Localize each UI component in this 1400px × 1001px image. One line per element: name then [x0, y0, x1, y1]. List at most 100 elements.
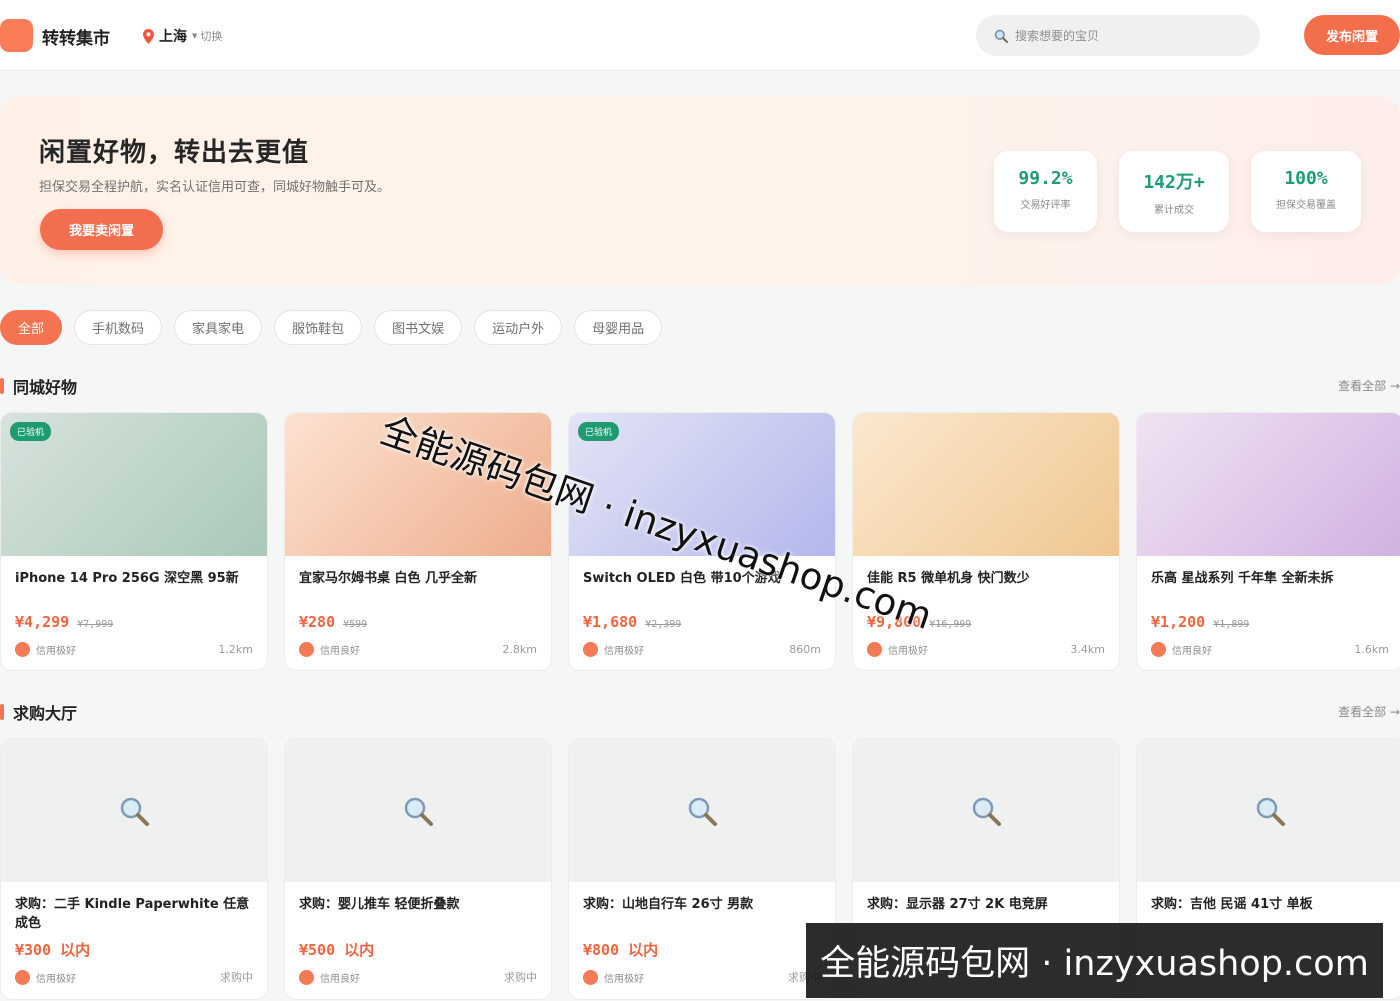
switch-city-link[interactable]: ▼ 切换 [192, 28, 222, 44]
publish-button[interactable]: 发布闲置 [1304, 15, 1400, 55]
buyer-avatar [299, 969, 314, 985]
magnifier-icon [972, 797, 1001, 826]
product-title[interactable]: iPhone 14 Pro 256G 深空黑 95新 [15, 569, 255, 588]
distance: 1.6km [1354, 643, 1389, 656]
product-card[interactable]: 已验机 iPhone 14 Pro 256G 深空黑 95新 ¥4,299 ¥7… [0, 412, 268, 671]
product-price: ¥4,299 [15, 613, 70, 631]
price-row: ¥1,680 ¥2,399 [583, 613, 681, 631]
hero-title: 闲置好物，转出去更值 [39, 138, 310, 168]
search-input[interactable] [1015, 28, 1235, 43]
distance: 1.2km [218, 643, 253, 656]
buyer-credit: 信用极好 [36, 973, 76, 985]
product-image[interactable] [853, 413, 1119, 556]
wanted-section-header: 求购大厅 查看全部 → [0, 700, 1400, 723]
stat-card: 99.2% 交易好评率 [994, 151, 1097, 232]
wanted-placeholder [1137, 739, 1400, 882]
seller-avatar [583, 642, 598, 657]
hero-subtitle: 担保交易全程护航，实名认证信用可查，同城好物触手可及。 [39, 180, 391, 195]
category-tab[interactable]: 家具家电 [174, 310, 263, 345]
stat-value: 142万+ [1143, 172, 1205, 193]
wanted-title[interactable]: 求购：山地自行车 26寸 男款 [583, 895, 823, 914]
category-tab[interactable]: 母婴用品 [574, 310, 663, 345]
product-price: ¥280 [299, 613, 336, 631]
magnifier-icon [688, 797, 717, 826]
wanted-card[interactable]: 求购：二手 Kindle Paperwhite 任意成色 ¥300 以内 信用极… [0, 738, 268, 1000]
section-accent-bar [0, 704, 4, 720]
section-title: 求购大厅 [13, 704, 78, 723]
price-row: ¥4,299 ¥7,999 [15, 613, 113, 631]
view-all-link[interactable]: 查看全部 → [1338, 377, 1400, 394]
sell-item-button[interactable]: 我要卖闲置 [40, 209, 163, 250]
section-accent-bar [0, 378, 4, 394]
wanted-status: 求购中 [504, 971, 537, 984]
caret-down-icon: ▼ [192, 32, 198, 40]
product-price: ¥1,200 [1151, 613, 1206, 631]
product-card[interactable]: 佳能 R5 微单机身 快门数少 ¥9,800 ¥16,999 信用极好 3.4k… [852, 412, 1120, 671]
wanted-budget: ¥800 以内 [583, 941, 659, 959]
distance: 2.8km [502, 643, 537, 656]
seller-meta: 信用良好 求购中 [299, 969, 537, 985]
verified-badge: 已验机 [10, 422, 52, 441]
brand-logo[interactable] [0, 19, 33, 52]
category-tabs: 全部 手机数码 家具家电 服饰鞋包 图书文娱 运动户外 母婴用品 [0, 310, 663, 345]
seller-meta: 信用良好 2.8km [299, 642, 537, 657]
category-tab[interactable]: 手机数码 [74, 310, 163, 345]
original-price: ¥7,999 [77, 619, 114, 630]
wanted-title[interactable]: 求购：显示器 27寸 2K 电竞屏 [867, 895, 1107, 914]
stat-label: 累计成交 [1154, 205, 1194, 216]
product-image[interactable]: 已验机 [1, 413, 267, 556]
current-city[interactable]: 上海 [159, 26, 187, 46]
category-tab[interactable]: 图书文娱 [374, 310, 463, 345]
search-box[interactable] [976, 15, 1260, 56]
buyer-avatar [583, 969, 598, 985]
original-price: ¥2,399 [645, 619, 682, 630]
wanted-budget: ¥500 以内 [299, 941, 375, 959]
watermark-banner: 全能源码包网 · inzyxuashop.com [806, 923, 1383, 998]
wanted-title[interactable]: 求购：婴儿推车 轻便折叠款 [299, 895, 539, 914]
magnifier-icon [120, 797, 149, 826]
category-tab[interactable]: 运动户外 [474, 310, 563, 345]
product-card[interactable]: 乐高 星战系列 千年隼 全新未拆 ¥1,200 ¥1,899 信用良好 1.6k… [1136, 412, 1400, 671]
wanted-title[interactable]: 求购：吉他 民谣 41寸 单板 [1151, 895, 1391, 914]
original-price: ¥16,999 [929, 619, 972, 630]
wanted-title[interactable]: 求购：二手 Kindle Paperwhite 任意成色 [15, 895, 255, 933]
seller-credit: 信用极好 [888, 646, 928, 657]
product-title[interactable]: 宜家马尔姆书桌 白色 几乎全新 [299, 569, 539, 588]
category-tab[interactable]: 服饰鞋包 [274, 310, 363, 345]
category-tab-all[interactable]: 全部 [0, 310, 63, 345]
seller-avatar [299, 642, 314, 657]
wanted-budget: ¥300 以内 [15, 941, 91, 959]
seller-meta: 信用极好 求购中 [15, 969, 253, 985]
wanted-card[interactable]: 求购：婴儿推车 轻便折叠款 ¥500 以内 信用良好 求购中 [284, 738, 552, 1000]
seller-credit: 信用良好 [320, 646, 360, 657]
location-selector[interactable]: 上海 ▼ 切换 [143, 26, 222, 46]
stat-value: 100% [1284, 168, 1328, 189]
wanted-placeholder [853, 739, 1119, 882]
local-section-header: 同城好物 查看全部 → [0, 374, 1400, 397]
seller-avatar [15, 642, 30, 657]
top-header: 转转集市 上海 ▼ 切换 发布闲置 [0, 0, 1400, 71]
location-pin-icon [143, 28, 154, 44]
original-price: ¥1,899 [1213, 619, 1250, 630]
seller-meta: 信用极好 3.4km [867, 642, 1105, 657]
seller-credit: 信用良好 [1172, 646, 1212, 657]
seller-meta: 信用极好 1.2km [15, 642, 253, 657]
view-all-link[interactable]: 查看全部 → [1338, 703, 1400, 720]
buyer-avatar [15, 969, 30, 985]
magnifier-icon [1256, 797, 1285, 826]
distance: 860m [789, 643, 821, 656]
stat-value: 99.2% [1018, 168, 1073, 189]
distance: 3.4km [1070, 643, 1105, 656]
seller-meta: 信用极好 860m [583, 642, 821, 657]
brand-name[interactable]: 转转集市 [42, 24, 110, 49]
seller-avatar [867, 642, 882, 657]
buyer-credit: 信用良好 [320, 973, 360, 985]
wanted-card[interactable]: 求购：山地自行车 26寸 男款 ¥800 以内 信用极好 求购中 [568, 738, 836, 1000]
buyer-credit: 信用极好 [604, 973, 644, 985]
switch-label[interactable]: 切换 [200, 28, 222, 44]
magnifier-icon [404, 797, 433, 826]
stat-label: 交易好评率 [1020, 200, 1071, 211]
stat-label: 担保交易覆盖 [1276, 200, 1336, 211]
product-title[interactable]: 乐高 星战系列 千年隼 全新未拆 [1151, 569, 1391, 588]
product-image[interactable] [1137, 413, 1400, 556]
